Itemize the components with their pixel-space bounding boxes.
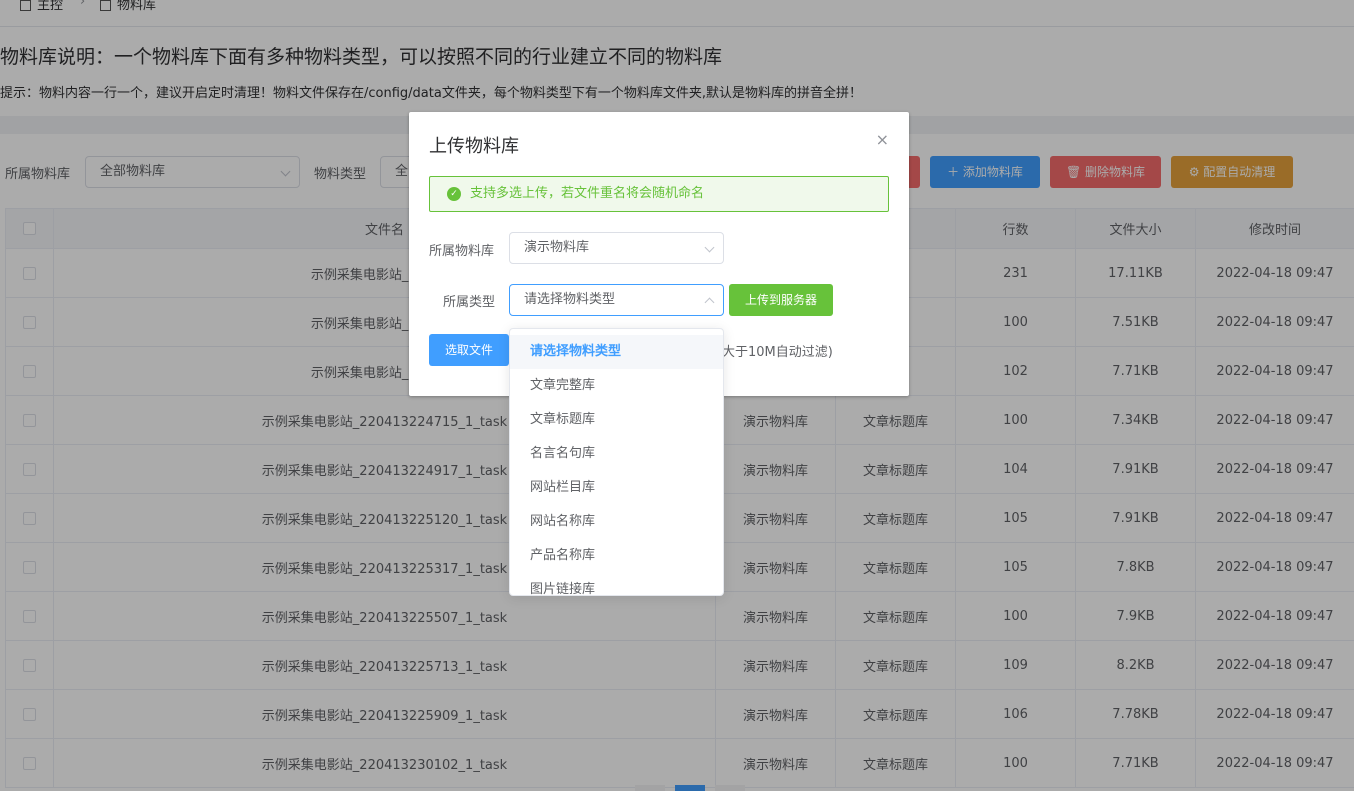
success-alert: ✓ 支持多选上传，若文件重名将会随机命名 — [429, 176, 889, 212]
close-icon[interactable]: × — [876, 130, 889, 149]
dropdown-option[interactable]: 产品名称库 — [510, 539, 723, 573]
dialog-type-select[interactable]: 请选择物料类型 — [509, 284, 724, 316]
dialog-title: 上传物料库 — [429, 136, 519, 157]
dropdown-option[interactable]: 网站名称库 — [510, 505, 723, 539]
chevron-up-icon — [704, 297, 715, 308]
dropdown-option[interactable]: 文章完整库 — [510, 369, 723, 403]
dialog-type-placeholder: 请选择物料类型 — [524, 292, 616, 307]
check-circle-icon: ✓ — [447, 187, 461, 201]
choose-file-button[interactable]: 选取文件 — [429, 334, 509, 366]
dropdown-option[interactable]: 文章标题库 — [510, 403, 723, 437]
chevron-down-icon — [704, 242, 715, 253]
file-size-hint: 大于10M自动过滤) — [722, 345, 833, 360]
dialog-library-select[interactable]: 演示物料库 — [509, 232, 724, 264]
dropdown-option[interactable]: 网站栏目库 — [510, 471, 723, 505]
upload-to-server-button[interactable]: 上传到服务器 — [729, 284, 833, 316]
dialog-library-label: 所属物料库 — [429, 244, 495, 259]
type-dropdown: 请选择物料类型 文章完整库 文章标题库 名言名句库 网站栏目库 网站名称库 产品名称库 图片链… — [509, 328, 724, 596]
dropdown-option[interactable]: 图片链接库 — [510, 573, 723, 595]
alert-text: 支持多选上传，若文件重名将会随机命名 — [470, 186, 705, 201]
dropdown-option[interactable]: 请选择物料类型 — [510, 335, 723, 369]
dialog-library-value: 演示物料库 — [524, 240, 590, 255]
dropdown-option[interactable]: 名言名句库 — [510, 437, 723, 471]
dialog-type-label: 所属类型 — [443, 295, 496, 310]
